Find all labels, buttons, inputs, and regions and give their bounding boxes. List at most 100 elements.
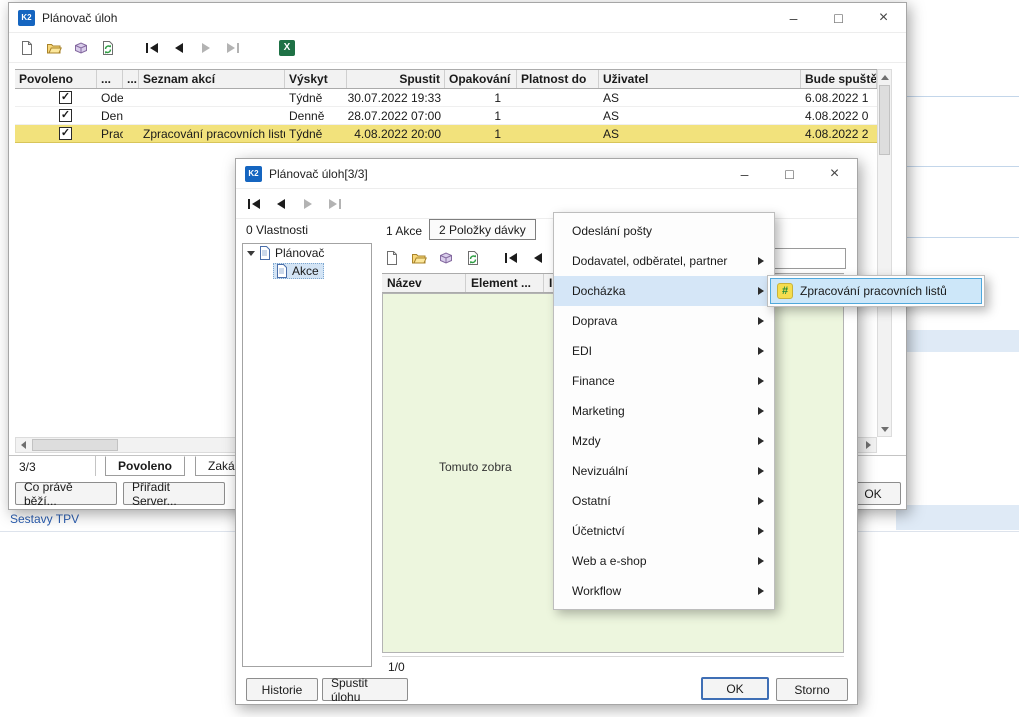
main-titlebar[interactable]: K2 Plánovač úloh – □ ×	[9, 3, 906, 33]
running-now-button[interactable]: Co právě běží...	[15, 482, 117, 505]
menu-item-dodavatel-odberatel-partner[interactable]: Dodavatel, odběratel, partner	[554, 246, 774, 276]
actions-toolbar	[382, 245, 575, 271]
excel-export-button[interactable]: X	[279, 40, 295, 56]
table-row[interactable]: ✓ Ode Týdně 30.07.2022 19:33 1 AS 6.08.2…	[15, 89, 877, 107]
run-task-button[interactable]: Spustit úlohu	[322, 678, 408, 701]
tree-item-label: Akce	[292, 264, 319, 278]
worksheet-action-icon: #	[777, 283, 793, 299]
refresh-button[interactable]	[463, 248, 483, 268]
minimize-button[interactable]: –	[771, 3, 816, 32]
cell-uzivatel: AS	[599, 107, 801, 124]
table-row-selected[interactable]: ✓ Prac Zpracování pracovních listů Týdně…	[15, 125, 877, 143]
column-header-povoleno[interactable]: Povoleno	[15, 70, 97, 88]
tab-akce[interactable]: 1 Akce	[386, 221, 422, 241]
cell-seznam-akci	[139, 89, 285, 106]
table-row[interactable]: ✓ Den Denně 28.07.2022 07:00 1 AS 4.08.2…	[15, 107, 877, 125]
scroll-left-icon[interactable]	[16, 438, 31, 452]
previous-record-button[interactable]	[169, 39, 189, 57]
column-header-dots1[interactable]: ...	[97, 70, 123, 88]
column-header-platnost-do[interactable]: Platnost do	[517, 70, 599, 88]
next-record-button[interactable]	[298, 195, 318, 213]
menu-item-workflow[interactable]: Workflow	[554, 576, 774, 606]
cell-vyskyt: Týdně	[285, 89, 347, 106]
cell-spustit: 30.07.2022 19:33	[347, 89, 445, 106]
menu-item-odeslani-posty[interactable]: Odeslání pošty	[554, 216, 774, 246]
close-button[interactable]: ×	[861, 3, 906, 32]
previous-record-button[interactable]	[271, 195, 291, 213]
column-header-element[interactable]: Element ...	[466, 274, 544, 292]
cell-platnost-do	[517, 107, 599, 124]
submenu: # Zpracování pracovních listů	[767, 275, 985, 307]
next-record-button[interactable]	[196, 39, 216, 57]
scroll-down-icon[interactable]	[878, 422, 891, 436]
document-icon	[259, 246, 271, 260]
minimize-button[interactable]: –	[722, 159, 767, 188]
tab-povoleno[interactable]: Povoleno	[105, 456, 185, 476]
dialog-title: Plánovač úloh[3/3]	[269, 167, 715, 181]
previous-record-button[interactable]	[528, 249, 548, 267]
chevron-down-icon[interactable]	[247, 251, 255, 256]
new-document-button[interactable]	[17, 38, 37, 58]
last-record-button[interactable]	[325, 195, 345, 213]
package-button[interactable]	[436, 248, 456, 268]
menu-item-ucetnictvi[interactable]: Účetnictví	[554, 516, 774, 546]
vertical-scrollbar[interactable]	[877, 69, 892, 437]
menu-item-doprava[interactable]: Doprava	[554, 306, 774, 336]
ok-button[interactable]: OK	[701, 677, 769, 700]
last-record-button[interactable]	[223, 39, 243, 57]
column-header-uzivatel[interactable]: Uživatel	[599, 70, 801, 88]
history-button[interactable]: Historie	[246, 678, 318, 701]
first-record-button[interactable]	[501, 249, 521, 267]
column-header-bude-spusteno[interactable]: Bude spuště	[801, 70, 877, 88]
scrollbar-thumb[interactable]	[879, 85, 890, 155]
tab-polozky-davky[interactable]: 2 Položky dávky	[429, 219, 536, 240]
enabled-checkbox[interactable]: ✓	[59, 127, 72, 140]
menu-item-edi[interactable]: EDI	[554, 336, 774, 366]
first-record-button[interactable]	[142, 39, 162, 57]
menu-item-finance[interactable]: Finance	[554, 366, 774, 396]
column-header-dots2[interactable]: ...	[123, 70, 139, 88]
scroll-up-icon[interactable]	[878, 70, 891, 84]
background-row-line	[907, 166, 1019, 167]
scroll-right-icon[interactable]	[861, 438, 876, 452]
background-row-stripe	[896, 330, 1019, 352]
open-button[interactable]	[409, 248, 429, 268]
menu-item-ostatni[interactable]: Ostatní	[554, 486, 774, 516]
tree-item-akce[interactable]: Akce	[243, 262, 371, 280]
close-button[interactable]: ×	[812, 159, 857, 188]
refresh-button[interactable]	[98, 38, 118, 58]
maximize-button[interactable]: □	[767, 159, 812, 188]
menu-item-mzdy[interactable]: Mzdy	[554, 426, 774, 456]
menu-item-dochazka[interactable]: Docházka	[554, 276, 774, 306]
enabled-checkbox[interactable]: ✓	[59, 109, 72, 122]
maximize-button[interactable]: □	[816, 3, 861, 32]
column-header-opakovani[interactable]: Opakování	[445, 70, 517, 88]
main-toolbar: X	[9, 33, 906, 63]
cell-vyskyt: Týdně	[285, 125, 347, 142]
package-button[interactable]	[71, 38, 91, 58]
menu-item-web-a-eshop[interactable]: Web a e-shop	[554, 546, 774, 576]
open-button[interactable]	[44, 38, 64, 58]
cell-bude-spusteno: 4.08.2022 2	[801, 125, 877, 142]
column-header-vyskyt[interactable]: Výskyt	[285, 70, 347, 88]
filter-input[interactable]	[763, 248, 846, 269]
column-header-spustit[interactable]: Spustit	[347, 70, 445, 88]
tree-item-planovac[interactable]: Plánovač	[243, 244, 371, 262]
first-record-button[interactable]	[244, 195, 264, 213]
dialog-titlebar[interactable]: K2 Plánovač úloh[3/3] – □ ×	[236, 159, 857, 189]
column-header-nazev[interactable]: Název	[382, 274, 466, 292]
assign-server-button[interactable]: Přiřadit Server...	[123, 482, 225, 505]
cell-platnost-do	[517, 89, 599, 106]
column-header-seznam-akci[interactable]: Seznam akcí	[139, 70, 285, 88]
cell-opakovani: 1	[445, 107, 517, 124]
submenu-item-zpracovani-pracovnich-listu[interactable]: # Zpracování pracovních listů	[770, 278, 982, 304]
cell-name: Ode	[97, 89, 123, 106]
enabled-checkbox[interactable]: ✓	[59, 91, 72, 104]
scrollbar-thumb[interactable]	[32, 439, 118, 451]
cancel-button[interactable]: Storno	[776, 678, 848, 701]
menu-item-nevizualni[interactable]: Nevizuální	[554, 456, 774, 486]
new-document-button[interactable]	[382, 248, 402, 268]
menu-item-marketing[interactable]: Marketing	[554, 396, 774, 426]
background-link-sestavy-tpv[interactable]: Sestavy TPV	[10, 512, 79, 526]
actions-count-status: 1/0	[388, 660, 405, 674]
